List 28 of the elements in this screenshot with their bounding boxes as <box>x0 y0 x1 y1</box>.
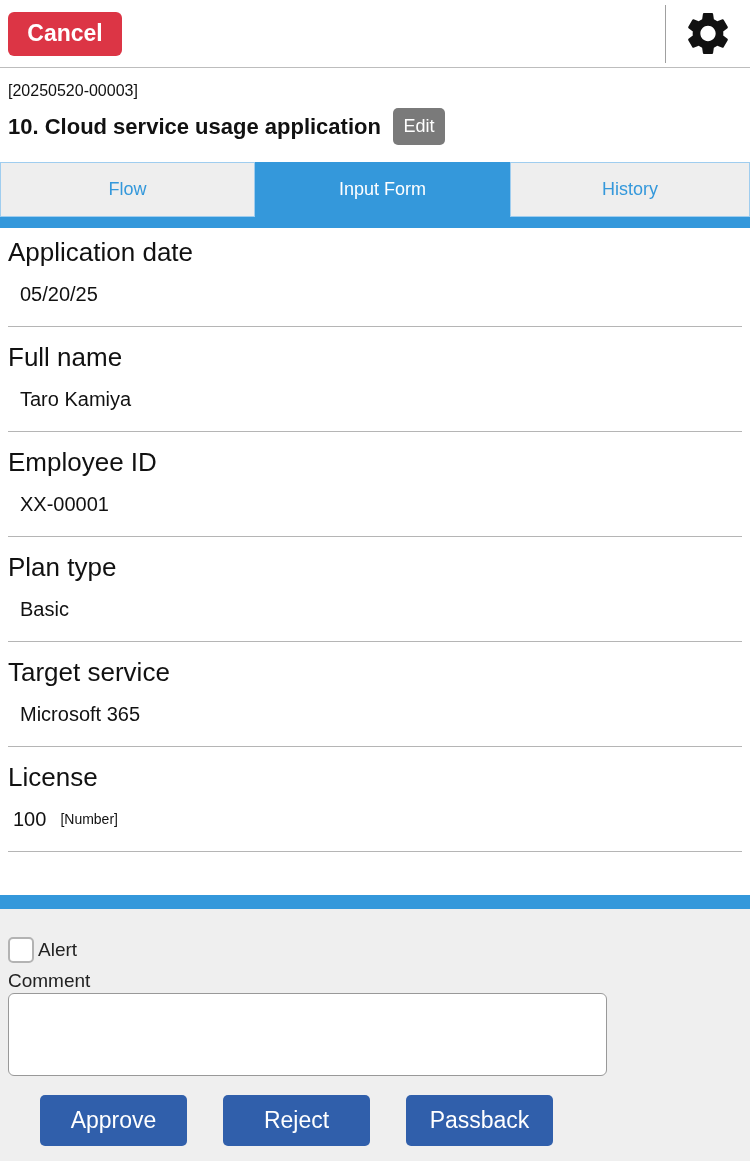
comment-field[interactable] <box>8 993 607 1076</box>
document-number: [20250520-00003] <box>8 81 139 101</box>
tab[interactable]: History <box>510 162 750 217</box>
field-value: Microsoft 365 <box>20 702 141 727</box>
cancel-button[interactable]: Cancel <box>8 11 122 56</box>
tab[interactable]: Input Form <box>255 162 510 217</box>
edit-button[interactable]: Edit <box>392 108 445 145</box>
settings-icon[interactable] <box>688 13 728 54</box>
action-button[interactable]: Approve <box>40 1095 187 1146</box>
field-label: Plan type <box>8 552 118 582</box>
field-label: Employee ID <box>8 447 158 477</box>
action-button[interactable]: Reject <box>223 1095 370 1146</box>
field-label: License <box>8 762 99 792</box>
document-title: 10. Cloud service usage application <box>8 112 381 141</box>
comment-label: Comment <box>8 970 91 992</box>
unit-label: [Number] <box>60 810 118 829</box>
field-label: Full name <box>8 342 124 372</box>
field-value: Taro Kamiya <box>20 387 132 412</box>
field-value: XX-00001 <box>20 492 109 517</box>
action-button[interactable]: Passback <box>406 1095 553 1146</box>
field-label: Target service <box>8 657 171 687</box>
tab[interactable]: Flow <box>0 162 255 217</box>
alert-checkbox[interactable] <box>8 937 34 963</box>
field-value: 05/20/25 <box>20 282 98 307</box>
field-label: Application date <box>8 237 195 267</box>
field-value: 100 <box>13 807 47 832</box>
field-value: Basic <box>20 597 69 622</box>
alert-label: Alert <box>38 939 78 961</box>
